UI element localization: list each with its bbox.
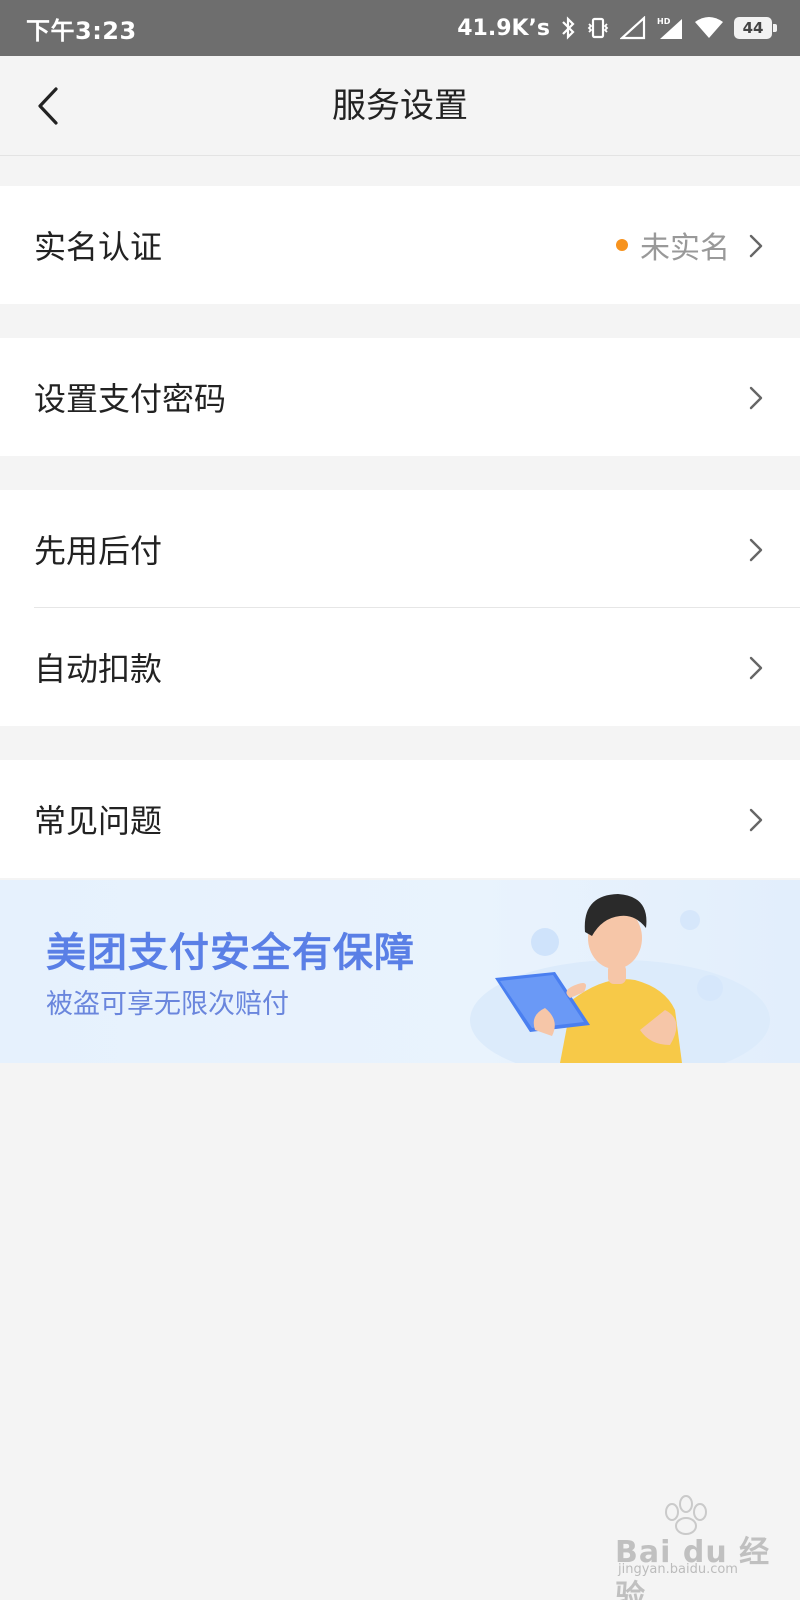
pay-password-label: 设置支付密码	[34, 380, 227, 418]
settings-group-payment: 先用后付 自动扣款	[0, 490, 800, 726]
back-button[interactable]	[20, 78, 76, 134]
real-name-status-text: 未实名	[640, 231, 730, 266]
auto-deduct-row[interactable]: 自动扣款	[0, 608, 800, 726]
real-name-auth-row[interactable]: 实名认证 未实名	[0, 186, 800, 304]
chevron-right-icon	[749, 808, 763, 832]
watermark-url: jingyan.baidu.com	[618, 1562, 738, 1577]
real-name-status: 未实名	[616, 186, 730, 304]
battery-icon: 44	[734, 17, 778, 39]
pay-later-label: 先用后付	[34, 532, 163, 570]
faq-label: 常见问题	[34, 802, 163, 840]
status-bar: 下午3:23 41.9K’s HD 44	[0, 0, 800, 56]
chevron-right-icon	[749, 656, 763, 680]
chevron-right-icon	[749, 234, 763, 258]
svg-text:HD: HD	[657, 17, 671, 26]
hd-signal-icon: HD	[656, 15, 684, 41]
nav-bar: 服务设置	[0, 56, 800, 156]
status-icons: 41.9K’s HD 44	[457, 15, 778, 41]
vibrate-icon	[586, 16, 610, 40]
banner-subtitle: 被盗可享无限次赔付	[46, 989, 289, 1020]
settings-group-password: 设置支付密码	[0, 338, 800, 456]
status-time: 下午3:23	[26, 16, 137, 45]
battery-level: 44	[742, 19, 764, 37]
auto-deduct-label: 自动扣款	[34, 650, 163, 688]
pay-password-row[interactable]: 设置支付密码	[0, 338, 800, 456]
bluetooth-icon	[560, 16, 576, 40]
wifi-icon	[694, 16, 724, 40]
network-speed: 41.9K’s	[457, 15, 550, 41]
real-name-auth-label: 实名认证	[34, 228, 163, 266]
signal-icon	[620, 16, 646, 40]
settings-group-identity: 实名认证 未实名	[0, 186, 800, 304]
page: 下午3:23 41.9K’s HD 44 服务设置 实名认证 未实名 设置支付密…	[0, 0, 800, 1600]
chevron-right-icon	[749, 386, 763, 410]
chevron-right-icon	[749, 538, 763, 562]
chevron-left-icon	[38, 87, 58, 125]
page-title: 服务设置	[332, 86, 468, 126]
banner-title: 美团支付安全有保障	[46, 930, 415, 976]
pay-later-row[interactable]: 先用后付	[0, 490, 800, 608]
settings-group-help: 常见问题	[0, 760, 800, 878]
status-dot-icon	[616, 239, 628, 251]
faq-row[interactable]: 常见问题	[0, 760, 800, 878]
person-with-tablet-illustration	[470, 894, 770, 1063]
